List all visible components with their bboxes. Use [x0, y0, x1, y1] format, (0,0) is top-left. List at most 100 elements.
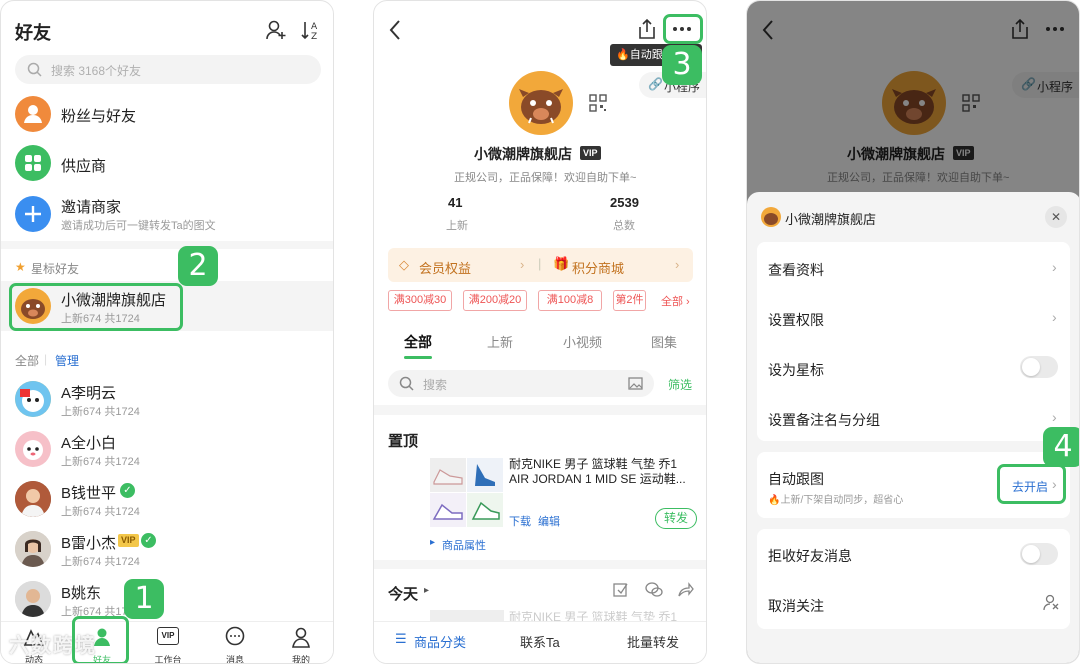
friend-avatar [15, 581, 51, 617]
filter-button[interactable]: 筛选 [668, 376, 692, 393]
edit-note-icon[interactable] [612, 581, 629, 598]
download-link[interactable]: 下载 [509, 513, 531, 529]
step-badge-1: 1 [124, 579, 164, 619]
pinned-label: 置顶 [388, 433, 419, 450]
friend-stats: 上新674 共1724 [61, 456, 140, 468]
step-badge-2: 2 [178, 246, 218, 286]
star-toggle[interactable] [1020, 356, 1058, 378]
entry-fans[interactable]: 粉丝与好友 [61, 105, 136, 126]
tab-gallery[interactable]: 图集 [651, 332, 677, 351]
chevron-right-icon: › [1052, 309, 1057, 325]
friend-name[interactable]: B雷小杰 [61, 532, 116, 553]
menu-auto-follow: 自动跟图 [768, 471, 824, 487]
sheet-title: 小微潮牌旗舰店 [785, 212, 877, 227]
wechat-icon[interactable] [645, 581, 663, 598]
reject-messages-toggle[interactable] [1020, 543, 1058, 565]
sort-icon[interactable]: AZ [300, 19, 322, 41]
product-title[interactable]: 耐克NIKE 男子 篮球鞋 气垫 乔1 AIR JORDAN 1 MID SE … [509, 457, 699, 487]
contact-button[interactable]: 联系Ta [520, 632, 560, 651]
menu-remark-group[interactable]: 设置备注名与分组 [768, 410, 880, 430]
supplier-icon [15, 145, 51, 181]
sheet-shop-avatar [761, 207, 781, 227]
add-friend-icon[interactable] [265, 19, 287, 41]
product-attr-link[interactable]: 商品属性 [442, 537, 486, 553]
menu-permissions[interactable]: 设置权限 [768, 310, 824, 330]
shop-screen: 🔥自动跟下 3 🔗 小程序 小微潮牌旗舰店 VIP 正规公司，正品保障！欢迎自助… [373, 0, 707, 664]
search-icon [399, 376, 414, 391]
content-search-input[interactable]: 搜索 [423, 376, 447, 393]
friend-name[interactable]: B钱世平 [61, 482, 116, 503]
auto-follow-desc: 🔥上新/下架自动同步，超省心 [768, 495, 904, 506]
link-icon: 🔗 [648, 77, 663, 91]
tab-profile[interactable]: 我的 [281, 653, 321, 663]
product-thumb[interactable] [430, 493, 466, 527]
product-thumb[interactable] [467, 458, 503, 492]
invite-plus-icon [15, 196, 51, 232]
chevron-right-icon: › [1052, 259, 1057, 275]
all-label: 全部 [15, 354, 40, 368]
forward-button[interactable]: 转发 [655, 508, 697, 529]
chevron-right-icon: › [675, 257, 680, 272]
entry-supplier[interactable]: 供应商 [61, 155, 106, 176]
friend-name[interactable]: A全小白 [61, 432, 116, 453]
fans-icon [15, 96, 51, 132]
friend-avatar [15, 431, 51, 467]
coupon[interactable]: 第2件 [613, 290, 646, 311]
star-icon: ★ [15, 260, 26, 274]
menu-set-star: 设为星标 [768, 362, 824, 378]
message-icon[interactable] [224, 626, 246, 648]
tab-new[interactable]: 上新 [487, 332, 513, 351]
friend-name[interactable]: A李明云 [61, 382, 116, 403]
edit-link[interactable]: 编辑 [538, 513, 560, 529]
back-icon[interactable] [388, 19, 402, 41]
profile-icon[interactable] [290, 626, 312, 648]
stat-total-value: 2539 [610, 195, 639, 210]
search-icon [27, 62, 42, 77]
search-bar[interactable]: 搜索 3168个好友 [15, 55, 321, 84]
stat-total-label: 总数 [613, 220, 635, 232]
gift-icon: 🎁 [553, 256, 570, 271]
tab-workbench[interactable]: 工作台 [148, 653, 188, 663]
qrcode-icon[interactable] [589, 94, 607, 112]
batch-forward-button[interactable]: 批量转发 [627, 632, 679, 651]
share-icon[interactable] [637, 18, 657, 40]
tab-all[interactable]: 全部 [404, 332, 432, 352]
vip-badge: VIP [118, 534, 139, 547]
category-button[interactable]: 商品分类 [414, 632, 466, 651]
search-input[interactable]: 搜索 3168个好友 [51, 62, 141, 79]
menu-view-profile[interactable]: 查看资料 [768, 260, 824, 280]
product-thumb[interactable] [467, 493, 503, 527]
tab-video[interactable]: 小视频 [563, 332, 602, 351]
friend-name[interactable]: B姚东 [61, 582, 101, 603]
friend-avatar [15, 481, 51, 517]
separator: | [44, 352, 48, 366]
entry-invite[interactable]: 邀请商家 [61, 196, 121, 217]
star-section-label: 星标好友 [31, 262, 80, 276]
svg-text:A: A [311, 22, 318, 32]
member-benefits-button[interactable]: 会员权益 [419, 258, 471, 277]
workbench-vip-icon[interactable]: VIP [157, 627, 179, 645]
coupon[interactable]: 满300减30 [388, 290, 452, 311]
page-title: 好友 [15, 23, 51, 43]
coupons-all-link[interactable]: 全部 › [661, 293, 690, 309]
caret-right-icon: ▸ [424, 585, 430, 596]
content-search-bar[interactable]: 搜索 [388, 370, 654, 397]
image-search-icon[interactable] [628, 376, 643, 391]
highlight-box-1 [72, 616, 129, 663]
coupon[interactable]: 满200减20 [463, 290, 527, 311]
divider [1, 241, 333, 249]
stat-new-value: 41 [448, 195, 463, 210]
tab-messages[interactable]: 消息 [215, 653, 255, 663]
product-thumb[interactable] [430, 458, 466, 492]
unfollow-icon [1043, 594, 1059, 611]
menu-unfollow[interactable]: 取消关注 [768, 596, 824, 616]
share-arrow-icon[interactable] [677, 581, 694, 598]
close-icon[interactable]: ✕ [1045, 206, 1067, 228]
points-mall-button[interactable]: 积分商城 [572, 258, 624, 277]
pinned-card [374, 415, 706, 560]
coupon[interactable]: 满100减8 [538, 290, 602, 311]
chevron-right-icon: › [1052, 409, 1057, 425]
manage-link[interactable]: 管理 [55, 352, 79, 369]
shop-vip-badge: VIP [580, 146, 601, 160]
friends-screen: 好友 AZ 搜索 3168个好友 粉丝与好友 供应商 邀请商家 邀请成功后可一键… [0, 0, 334, 664]
